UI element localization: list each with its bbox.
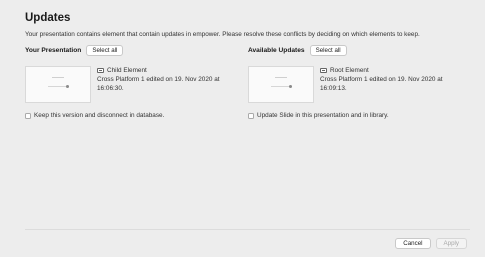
element-icon xyxy=(320,68,327,73)
update-slide-checkbox[interactable] xyxy=(248,112,254,119)
cancel-button[interactable]: Cancel xyxy=(395,238,431,249)
keep-version-label: Keep this version and disconnect in data… xyxy=(34,112,165,119)
element-name-right: Root Element xyxy=(330,67,369,74)
dialog-title: Updates xyxy=(25,12,71,24)
element-name-left: Child Element xyxy=(107,67,147,74)
slide-thumbnail-left xyxy=(25,66,91,103)
available-updates-title: Available Updates xyxy=(248,47,305,54)
updates-dialog: Updates Your presentation contains eleme… xyxy=(0,0,485,257)
select-all-right-button[interactable]: Select all xyxy=(309,45,347,56)
keep-version-checkbox[interactable] xyxy=(25,112,31,119)
element-icon xyxy=(97,68,104,73)
keep-version-option[interactable]: Keep this version and disconnect in data… xyxy=(25,112,164,119)
available-updates-header: Available Updates Select all xyxy=(248,45,347,56)
footer-divider xyxy=(25,229,470,230)
dialog-footer: Cancel Apply xyxy=(395,238,467,249)
your-presentation-card[interactable]: Child Element Cross Platform 1 edited on… xyxy=(25,66,237,103)
your-presentation-header: Your Presentation Select all xyxy=(25,45,124,56)
select-all-left-button[interactable]: Select all xyxy=(86,45,124,56)
edited-info-left: Cross Platform 1 edited on 19. Nov 2020 … xyxy=(97,76,220,92)
slide-thumbnail-right xyxy=(248,66,314,103)
edited-info-right: Cross Platform 1 edited on 19. Nov 2020 … xyxy=(320,76,443,92)
update-slide-label: Update Slide in this presentation and in… xyxy=(257,112,389,119)
available-update-card[interactable]: Root Element Cross Platform 1 edited on … xyxy=(248,66,460,103)
your-presentation-title: Your Presentation xyxy=(25,47,82,54)
apply-button[interactable]: Apply xyxy=(435,238,467,249)
update-slide-option[interactable]: Update Slide in this presentation and in… xyxy=(248,112,389,119)
dialog-description: Your presentation contains element that … xyxy=(25,31,420,38)
